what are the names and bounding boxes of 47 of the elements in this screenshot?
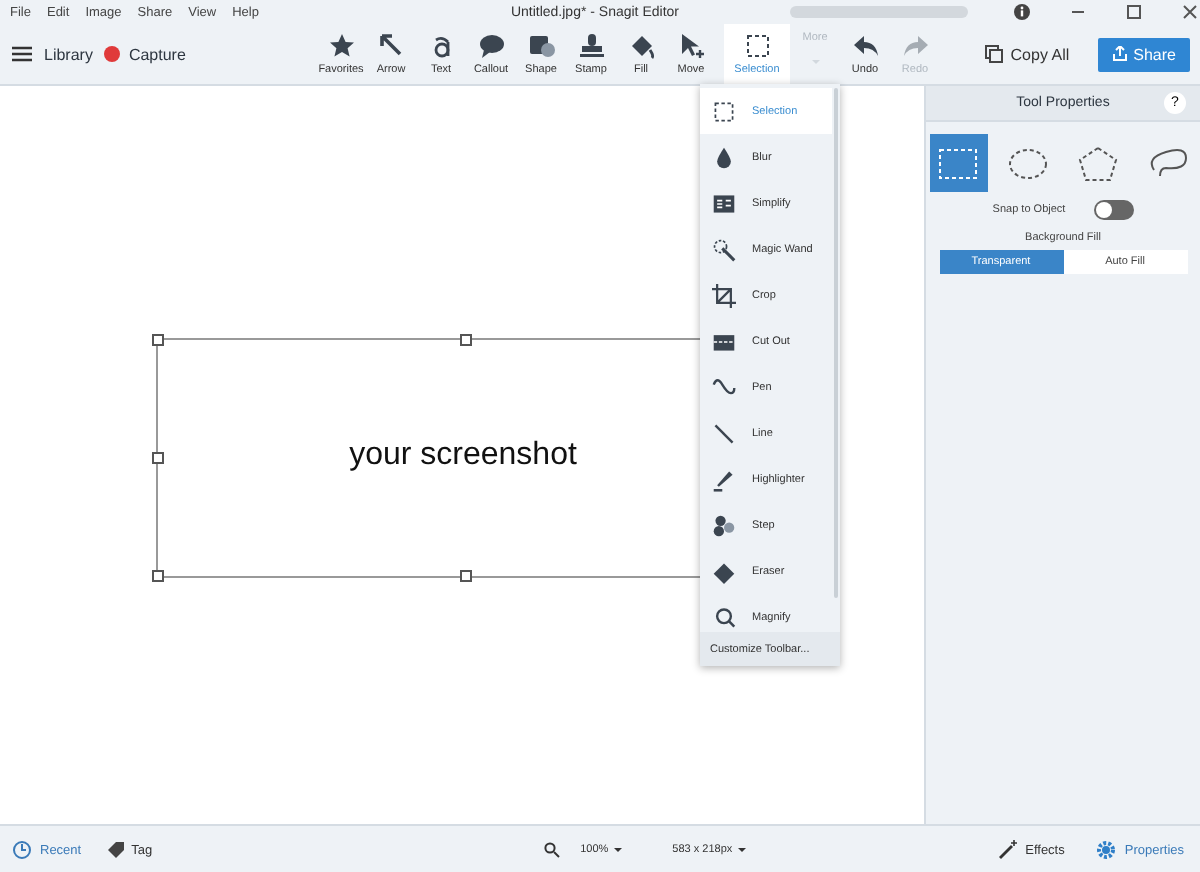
rectangle-selection-icon[interactable] xyxy=(929,134,987,192)
caret-icon[interactable] xyxy=(612,844,625,856)
dashed-square-icon xyxy=(743,32,771,60)
layout-icon xyxy=(712,191,736,215)
menu-icon[interactable] xyxy=(12,46,32,62)
cursor-plus-icon xyxy=(677,32,705,60)
crop-icon xyxy=(712,283,736,307)
screenshot-text: your screenshot xyxy=(349,438,577,474)
share-button[interactable]: Share xyxy=(1097,37,1190,71)
magnifier-icon xyxy=(712,605,736,629)
resize-handle[interactable] xyxy=(152,334,164,346)
scissors-strip-icon xyxy=(712,329,736,353)
resize-handle[interactable] xyxy=(459,570,471,582)
redo-icon xyxy=(901,32,929,60)
speech-bubble-icon xyxy=(477,32,505,60)
snap-toggle[interactable] xyxy=(1093,200,1134,220)
eraser-icon xyxy=(712,559,736,583)
marker-icon xyxy=(712,467,736,491)
share-icon xyxy=(1111,46,1128,62)
library-button[interactable]: Library xyxy=(44,45,93,63)
wand-icon xyxy=(712,237,736,261)
shape-icon xyxy=(527,32,555,60)
squiggle-icon xyxy=(712,375,736,399)
copy-all-button[interactable]: Copy All xyxy=(972,42,1082,66)
droplet-icon xyxy=(712,145,736,169)
dashed-square-icon xyxy=(712,99,736,123)
numbered-circles-icon xyxy=(712,513,736,537)
info-icon[interactable] xyxy=(1012,4,1032,20)
resize-handle[interactable] xyxy=(152,452,164,464)
wand-icon xyxy=(997,840,1018,860)
caret-icon[interactable] xyxy=(736,844,749,856)
copy-icon xyxy=(984,44,1005,64)
arrow-icon xyxy=(377,32,405,60)
line-icon xyxy=(712,421,736,445)
maximize-icon[interactable] xyxy=(1124,4,1144,20)
close-icon[interactable] xyxy=(1180,4,1200,20)
tag-icon xyxy=(105,841,124,859)
resize-handle[interactable] xyxy=(459,334,471,346)
bucket-icon xyxy=(627,32,655,60)
clock-icon xyxy=(12,840,32,860)
resize-handle[interactable] xyxy=(152,570,164,582)
star-icon xyxy=(327,32,355,60)
capture-button[interactable]: Capture xyxy=(104,45,186,63)
search-icon xyxy=(544,842,561,858)
gear-icon xyxy=(1096,840,1117,860)
stamp-icon xyxy=(577,32,605,60)
undo-icon xyxy=(851,32,879,60)
